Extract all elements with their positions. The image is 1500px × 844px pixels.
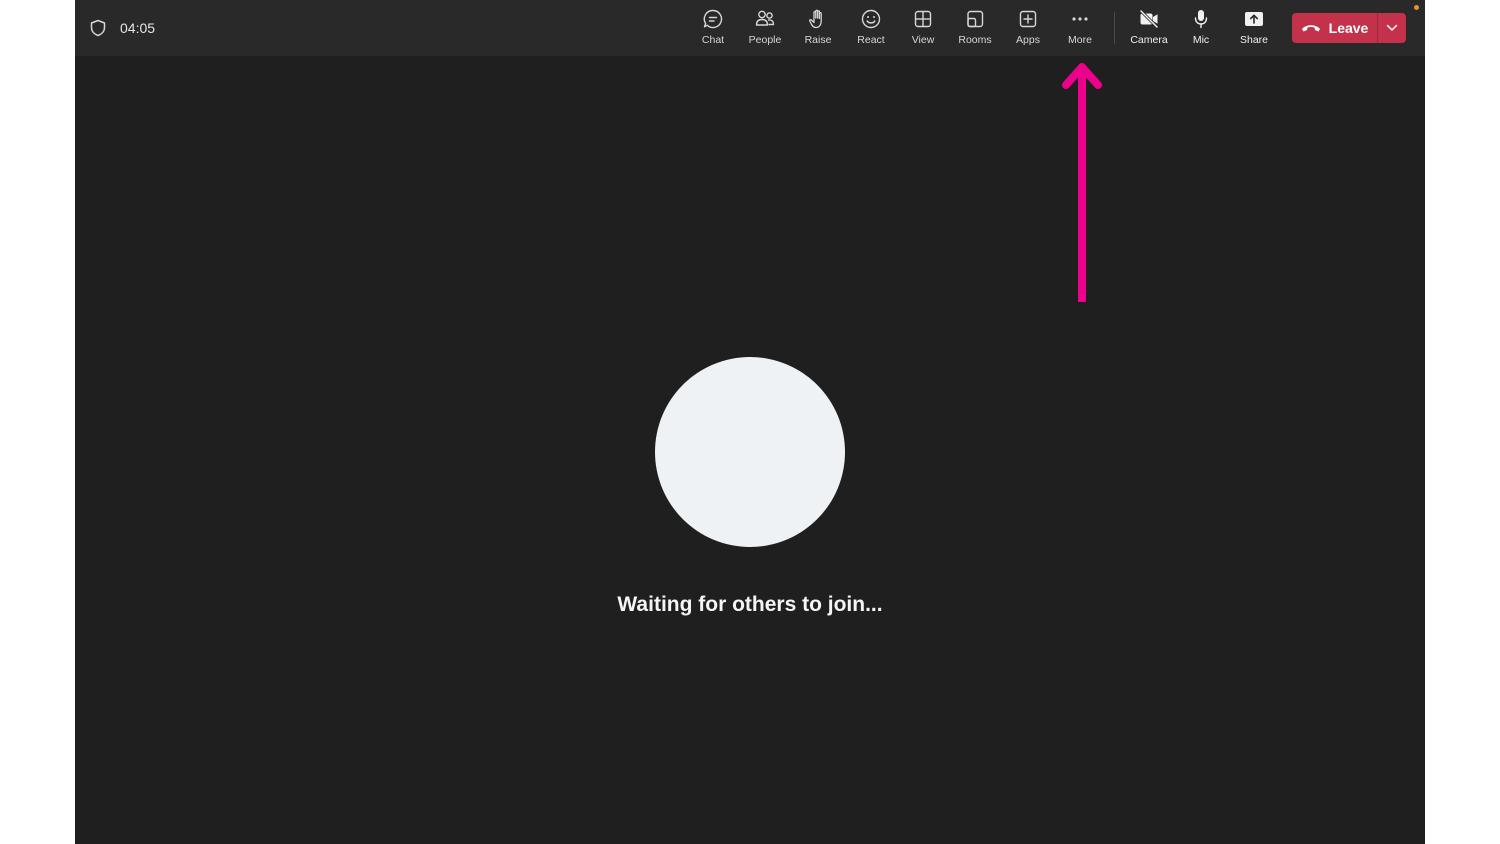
chevron-down-icon (1386, 24, 1398, 31)
apps-button[interactable]: Apps (1002, 8, 1054, 50)
avatar (655, 357, 845, 547)
grid-icon (914, 10, 932, 28)
share-tray-icon (1245, 12, 1263, 26)
mic-label: Mic (1192, 34, 1210, 46)
more-button[interactable]: More (1054, 8, 1106, 50)
hand-icon (809, 9, 822, 29)
view-label: View (911, 34, 935, 46)
hang-up-icon (1301, 25, 1320, 32)
people-label: People (748, 34, 782, 46)
people-icon (755, 10, 775, 26)
waiting-message: Waiting for others to join... (617, 593, 883, 616)
react-button[interactable]: React (845, 8, 897, 50)
meeting-timer: 04:05 (120, 20, 156, 36)
chat-icon (703, 9, 723, 29)
more-label: More (1068, 34, 1092, 46)
share-button[interactable]: Share (1228, 8, 1280, 50)
share-label: Share (1239, 34, 1269, 46)
leave-button[interactable]: Leave (1292, 13, 1377, 43)
camera-label: Camera (1130, 34, 1168, 46)
shield-icon (90, 19, 106, 37)
people-button[interactable]: People (739, 8, 791, 50)
raise-label: Raise (804, 34, 832, 46)
chat-label: Chat (701, 34, 725, 46)
leave-options-button[interactable] (1378, 13, 1406, 43)
raise-hand-button[interactable]: Raise (792, 8, 844, 50)
annotation-arrow-icon (1062, 63, 1102, 302)
leave-label: Leave (1328, 20, 1369, 36)
mic-icon (1194, 10, 1208, 29)
meeting-window: 04:05 Chat People Raise React View Rooms… (75, 0, 1425, 844)
chat-button[interactable]: Chat (687, 8, 739, 50)
ellipsis-icon (1072, 17, 1088, 21)
smile-icon (861, 9, 881, 29)
leave-button-group: Leave (1292, 13, 1406, 43)
meeting-toolbar: 04:05 Chat People Raise React View Rooms… (75, 0, 1425, 56)
react-label: React (857, 34, 885, 46)
rooms-button[interactable]: Rooms (949, 8, 1001, 50)
rooms-label: Rooms (958, 34, 992, 46)
camera-button[interactable]: Camera (1123, 8, 1175, 50)
notification-dot (1414, 5, 1419, 10)
toolbar-divider (1114, 12, 1115, 44)
camera-off-icon (1139, 9, 1159, 29)
rooms-icon (967, 10, 984, 28)
view-button[interactable]: View (897, 8, 949, 50)
mic-button[interactable]: Mic (1175, 8, 1227, 50)
plus-square-icon (1019, 10, 1037, 28)
apps-label: Apps (1016, 34, 1040, 46)
